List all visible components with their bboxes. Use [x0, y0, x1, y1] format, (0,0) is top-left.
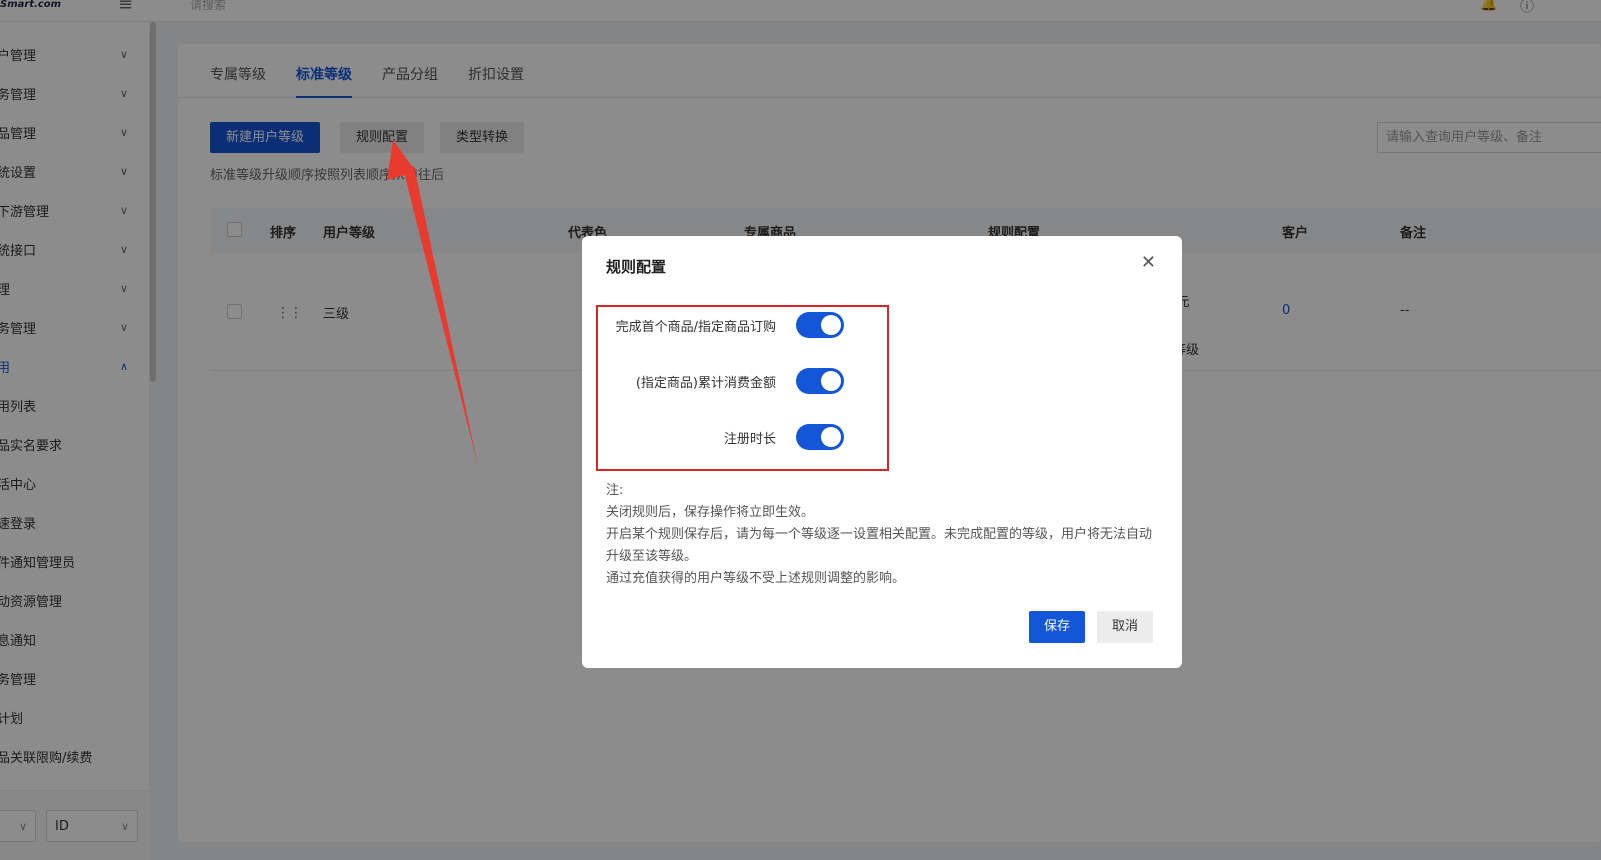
rule-label: 注册时长	[723, 432, 776, 447]
rule-first-order-toggle[interactable]	[796, 312, 844, 338]
save-button[interactable]: 保存	[1029, 611, 1086, 643]
toggle-knob	[821, 371, 841, 391]
rule-note: 注: 关闭规则后，保存操作将立即生效。 开启某个规则保存后，请为每一个等级逐一设…	[606, 480, 1158, 590]
cancel-button[interactable]: 取消	[1097, 611, 1154, 643]
rule-label: 完成首个商品/指定商品订购	[615, 320, 776, 335]
note-line: 通过充值获得的用户等级不受上述规则调整的影响。	[606, 571, 906, 586]
rule-label: (指定商品)累计消费金额	[635, 376, 776, 391]
rule-register-duration: 注册时长	[606, 424, 846, 450]
toggle-knob	[821, 315, 841, 335]
toggle-knob	[821, 427, 841, 447]
dialog-title: 规则配置	[606, 258, 667, 276]
rule-total-spend: (指定商品)累计消费金额	[606, 368, 846, 394]
close-icon[interactable]: ✕	[1141, 252, 1156, 273]
rule-register-duration-toggle[interactable]	[796, 424, 844, 450]
note-line: 开启某个规则保存后，请为每一个等级逐一设置相关配置。未完成配置的等级，用户将无法…	[606, 527, 1153, 564]
rule-total-spend-toggle[interactable]	[796, 368, 844, 394]
rule-first-order: 完成首个商品/指定商品订购	[606, 312, 846, 338]
note-title: 注:	[606, 483, 624, 498]
rule-config-dialog: 规则配置 ✕ 完成首个商品/指定商品订购 (指定商品)累计消费金额 注册时长 注…	[582, 236, 1182, 668]
note-line: 关闭规则后，保存操作将立即生效。	[606, 505, 815, 520]
